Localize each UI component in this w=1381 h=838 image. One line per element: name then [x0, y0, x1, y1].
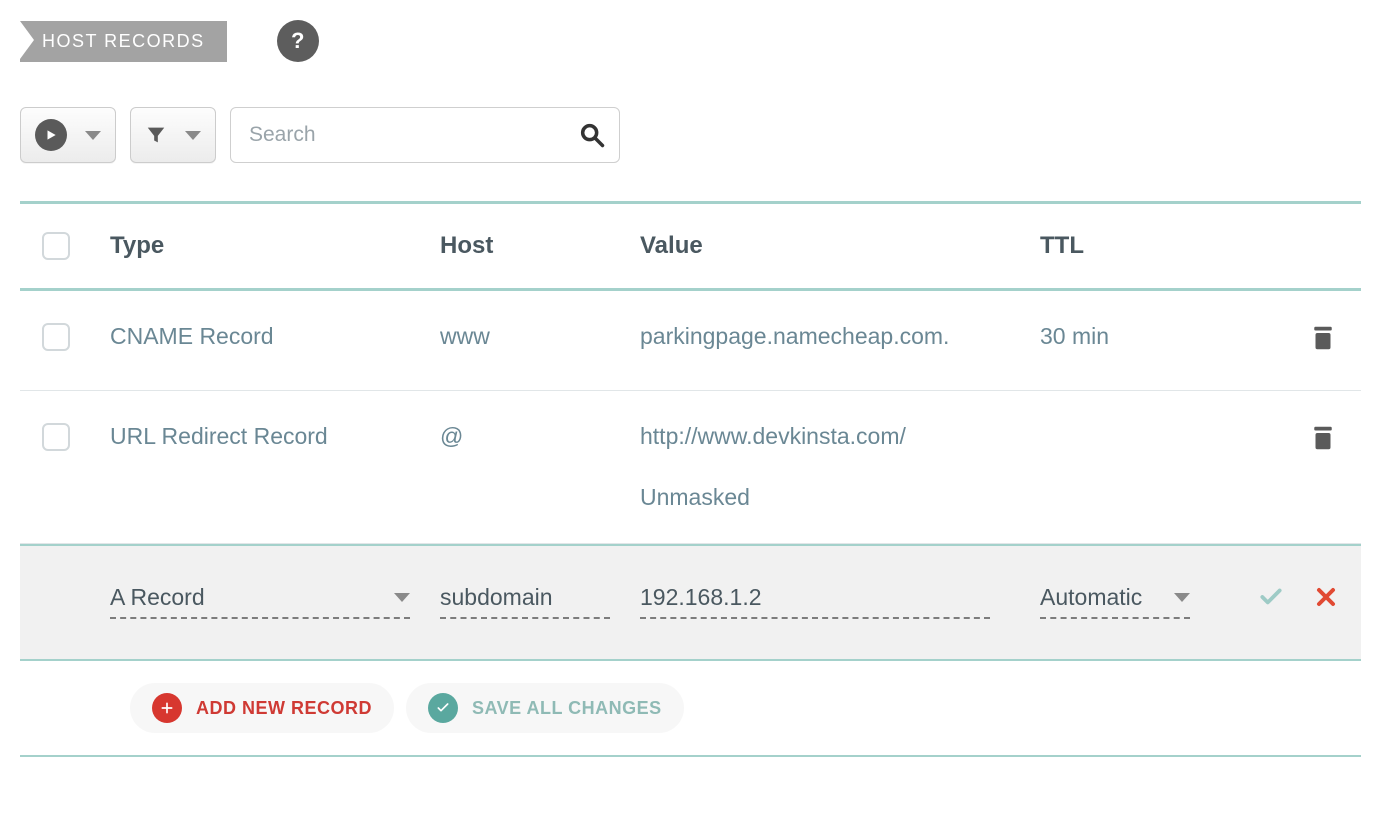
help-button[interactable]: ? — [277, 20, 319, 62]
cell-host[interactable]: www — [440, 323, 640, 350]
host-input[interactable] — [440, 580, 610, 619]
type-select[interactable]: A Record — [110, 580, 410, 619]
tab-label-text: HOST RECORDS — [42, 31, 205, 51]
table-footer: ADD NEW RECORD SAVE ALL CHANGES — [20, 661, 1361, 757]
cell-type[interactable]: CNAME Record — [110, 323, 440, 350]
close-icon — [1314, 585, 1338, 609]
toolbar — [20, 107, 1361, 163]
ttl-select[interactable]: Automatic — [1040, 580, 1190, 619]
col-value: Value — [640, 232, 1040, 260]
plus-icon — [152, 693, 182, 723]
select-all-checkbox[interactable] — [42, 232, 70, 260]
row-checkbox[interactable] — [42, 423, 70, 451]
cell-host[interactable]: @ — [440, 423, 640, 450]
table-row: CNAME Record www parkingpage.namecheap.c… — [20, 291, 1361, 391]
cancel-button[interactable] — [1314, 585, 1338, 614]
filter-icon — [145, 124, 167, 146]
cell-value[interactable]: http://www.devkinsta.com/ — [640, 423, 1040, 450]
cell-type[interactable]: URL Redirect Record — [110, 423, 440, 450]
chevron-down-icon — [1174, 593, 1190, 602]
col-host: Host — [440, 232, 640, 260]
chevron-down-icon — [185, 131, 201, 140]
question-icon: ? — [291, 28, 304, 54]
add-button-label: ADD NEW RECORD — [196, 698, 372, 719]
cell-value[interactable]: parkingpage.namecheap.com. — [640, 323, 1040, 350]
save-all-changes-button[interactable]: SAVE ALL CHANGES — [406, 683, 684, 733]
search-icon[interactable] — [578, 121, 606, 149]
row-checkbox[interactable] — [42, 323, 70, 351]
filter-dropdown[interactable] — [130, 107, 216, 163]
type-select-value: A Record — [110, 584, 205, 611]
add-new-record-button[interactable]: ADD NEW RECORD — [130, 683, 394, 733]
cell-ttl[interactable]: 30 min — [1040, 323, 1220, 350]
edit-row: A Record Automatic — [20, 544, 1361, 661]
ttl-select-value: Automatic — [1040, 584, 1142, 611]
col-type: Type — [110, 232, 440, 260]
table-row: URL Redirect Record @ http://www.devkins… — [20, 391, 1361, 544]
delete-row-button[interactable] — [1308, 323, 1338, 358]
save-button-label: SAVE ALL CHANGES — [472, 698, 662, 719]
host-records-tab[interactable]: HOST RECORDS — [20, 21, 227, 62]
trash-icon — [1308, 423, 1338, 453]
col-ttl: TTL — [1040, 232, 1220, 260]
table-header: Type Host Value TTL — [20, 204, 1361, 291]
value-input[interactable] — [640, 580, 990, 619]
delete-row-button[interactable] — [1308, 423, 1338, 458]
actions-dropdown[interactable] — [20, 107, 116, 163]
chevron-down-icon — [85, 131, 101, 140]
chevron-down-icon — [394, 593, 410, 602]
play-icon — [35, 119, 67, 151]
search-box — [230, 107, 620, 163]
cell-value-sub[interactable]: Unmasked — [640, 484, 1040, 511]
search-input[interactable] — [230, 107, 620, 163]
confirm-button[interactable] — [1258, 584, 1284, 615]
check-icon — [1258, 584, 1284, 610]
trash-icon — [1308, 323, 1338, 353]
section-header: HOST RECORDS ? — [20, 20, 1361, 62]
records-table: Type Host Value TTL CNAME Record www par… — [20, 201, 1361, 757]
check-circle-icon — [428, 693, 458, 723]
